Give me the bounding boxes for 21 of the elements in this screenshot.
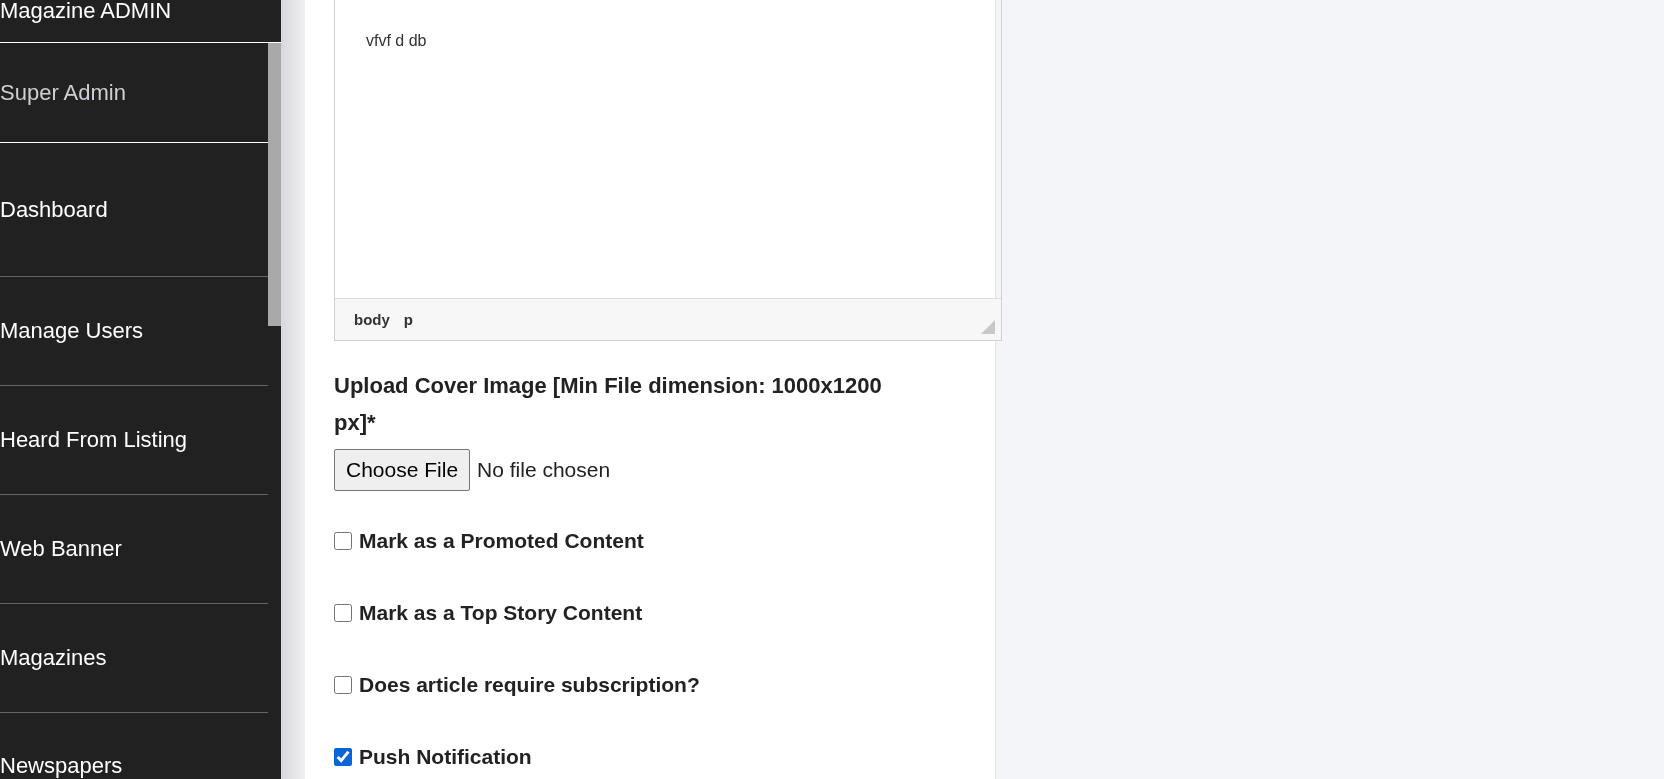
element-path-item[interactable]: body <box>354 311 390 328</box>
checkbox-label: Mark as a Top Story Content <box>359 600 643 625</box>
resize-handle-icon[interactable] <box>981 320 995 334</box>
checkbox-label: Does article require subscription? <box>359 672 700 697</box>
editor-content[interactable]: vfvf d db <box>335 0 1001 298</box>
checkbox[interactable] <box>334 675 352 694</box>
checkbox[interactable] <box>334 603 352 622</box>
element-path-item[interactable]: p <box>403 311 413 328</box>
checkbox[interactable] <box>334 747 352 766</box>
file-status: No file chosen <box>477 458 611 482</box>
choose-file-button[interactable]: Choose File <box>334 449 471 491</box>
checkbox[interactable] <box>334 531 352 550</box>
sidebar-item[interactable]: Magazines <box>0 604 268 713</box>
sidebar-item[interactable]: Heard From Listing <box>0 386 268 495</box>
checkbox-label: Push Notification <box>359 744 532 769</box>
rich-text-editor[interactable]: vfvf d db body p <box>334 0 1002 341</box>
upload-label: Upload Cover Image [Min File dimension: 1000x1200 px]* <box>334 372 883 437</box>
scrollbar-thumb[interactable] <box>268 43 281 326</box>
sidebar-item[interactable]: Newspapers <box>0 713 268 779</box>
sidebar-item[interactable]: Web Banner <box>0 495 268 604</box>
checkbox-label: Mark as a Promoted Content <box>359 528 644 553</box>
